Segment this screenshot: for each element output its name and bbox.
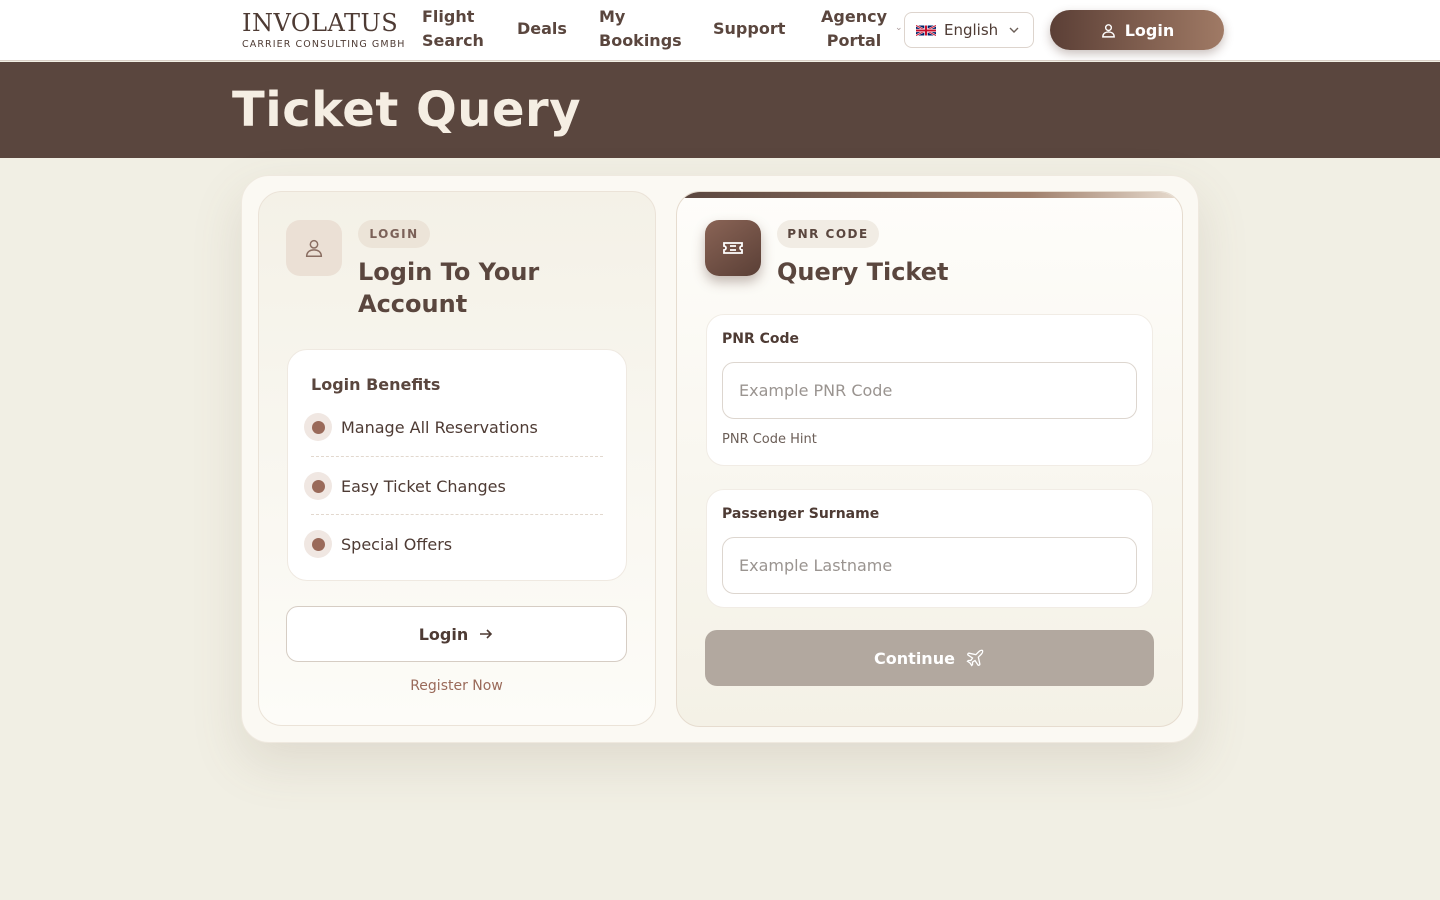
user-icon [1101,23,1115,38]
user-icon [305,239,323,257]
benefit-item: Easy Ticket Changes [304,472,604,500]
top-navigation-bar: INVOLATUS CARRIER CONSULTING GMBH Flight… [0,0,1440,61]
ticket-icon [723,242,743,254]
arrow-right-icon [480,629,493,639]
nav-my-bookings-line1: My [599,7,626,26]
pnr-code-label: PNR Code [722,331,800,347]
plane-icon [966,649,984,667]
nav-my-bookings[interactable]: My Bookings [599,5,682,53]
benefit-label: Special Offers [341,534,453,554]
continue-button[interactable]: Continue [705,630,1154,686]
logo-subtitle: CARRIER CONSULTING GMBH [242,39,406,50]
language-label: English [944,21,999,39]
benefit-label: Easy Ticket Changes [341,476,506,496]
login-user-icon-box [286,220,342,276]
header-login-label: Login [1124,20,1175,40]
benefit-item: Manage All Reservations [304,413,604,441]
login-badge: LOGIN [358,220,430,248]
bullet-dot-icon [304,530,332,558]
query-ticket-title: Query Ticket [777,258,949,286]
page-hero-banner: Ticket Query [0,62,1440,158]
nav-agency-portal-line1: Agency [821,7,887,26]
benefit-item: Special Offers [304,530,604,558]
passenger-surname-input[interactable] [722,537,1137,594]
login-benefits-title: Login Benefits [311,375,441,394]
panel-accent-bar [677,192,1182,198]
nav-flight-search-line2: Search [422,31,484,50]
chevron-down-icon [1009,27,1019,33]
nav-flight-search-line1: Flight [422,7,475,26]
nav-my-bookings-line2: Bookings [599,31,682,50]
bullet-dot-icon [304,413,332,441]
nav-agency-portal-line2: Portal [826,31,882,50]
nav-support[interactable]: Support [713,17,785,41]
nav-flight-search[interactable]: Flight Search [422,5,484,53]
agency-chevron-down-icon[interactable]: ⌄ [895,23,903,33]
panel-login-button[interactable]: Login [286,606,627,662]
login-panel-title: Login To Your Account [358,258,540,318]
continue-label: Continue [874,648,955,668]
benefit-divider [311,456,603,457]
language-selector[interactable]: English [904,12,1034,48]
company-logo[interactable]: INVOLATUS CARRIER CONSULTING GMBH [242,10,407,50]
ticket-icon-box [705,220,761,276]
pnr-code-input[interactable] [722,362,1137,419]
uk-flag-icon [916,24,936,36]
nav-deals[interactable]: Deals [517,17,567,41]
page-title: Ticket Query [232,82,581,138]
panel-login-label: Login [418,624,469,644]
header-login-button[interactable]: Login [1050,10,1224,50]
nav-agency-portal[interactable]: Agency Portal [821,5,887,53]
register-now-link[interactable]: Register Now [286,678,627,694]
benefit-divider [311,514,603,515]
bullet-dot-icon [304,472,332,500]
pnr-code-badge: PNR CODE [777,220,879,248]
pnr-code-hint: PNR Code Hint [722,432,817,447]
logo-wordmark: INVOLATUS [242,9,399,37]
passenger-surname-label: Passenger Surname [722,506,880,522]
benefit-label: Manage All Reservations [341,417,538,437]
